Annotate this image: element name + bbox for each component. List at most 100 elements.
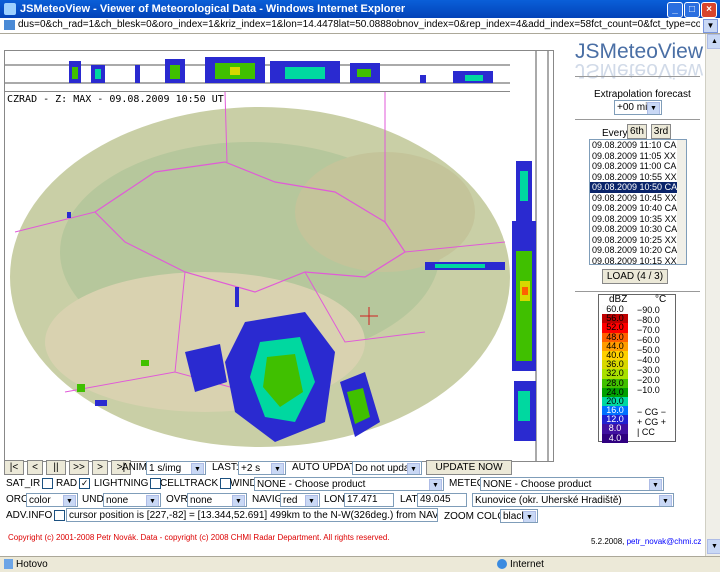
list-scrollbar[interactable] bbox=[677, 140, 686, 264]
zoom-color-select[interactable]: black ▼ bbox=[500, 509, 538, 523]
update-now-button[interactable]: UPDATE NOW bbox=[426, 460, 512, 475]
lat-input[interactable] bbox=[417, 493, 467, 507]
last-select[interactable]: +2 s ▼ bbox=[238, 461, 286, 475]
timestamp-item[interactable]: 09.08.2009 11:05 XX bbox=[590, 151, 686, 162]
info-controls: ADV.INFO cursor position is [227,-82] = … bbox=[0, 508, 705, 524]
minimize-button[interactable]: _ bbox=[667, 2, 683, 18]
und-value: none bbox=[106, 495, 129, 506]
chevron-down-icon: ▼ bbox=[305, 495, 318, 506]
divider bbox=[575, 76, 700, 77]
app-icon bbox=[4, 3, 16, 15]
sat-ir-checkbox[interactable] bbox=[42, 477, 54, 489]
every-3rd-button[interactable]: 3rd bbox=[651, 124, 671, 139]
dbz-scale: 60.0 56.0 52.0 48.0 44.0 40.0 36.0 32.0 28.0 24.0… bbox=[602, 304, 628, 443]
degc-level: −40.0 bbox=[637, 355, 660, 365]
meteo-select[interactable]: NONE - Choose product ▼ bbox=[480, 477, 664, 491]
anim-speed-select[interactable]: 1 s/img ▼ bbox=[146, 461, 206, 475]
timestamp-item[interactable]: 09.08.2009 10:20 CA bbox=[590, 245, 686, 256]
timestamp-item[interactable]: 09.08.2009 10:55 XX bbox=[590, 172, 686, 183]
status-bar: Hotovo Internet bbox=[0, 556, 720, 572]
adv-info-checkbox[interactable] bbox=[54, 509, 66, 521]
dbz-level: 4.0 bbox=[602, 433, 628, 443]
chevron-down-icon: ▼ bbox=[407, 463, 420, 474]
divider bbox=[575, 119, 700, 120]
scroll-up-icon[interactable]: ▲ bbox=[707, 34, 720, 49]
every-6th-button[interactable]: 6th bbox=[627, 124, 647, 139]
timestamp-item[interactable]: 09.08.2009 10:50 CA bbox=[590, 182, 686, 193]
chevron-down-icon: ▼ bbox=[429, 479, 442, 490]
lon-input[interactable] bbox=[344, 493, 394, 507]
play-button[interactable]: >> bbox=[69, 460, 89, 475]
address-bar[interactable]: dus=0&ch_rad=1&ch_blesk=0&oro_index=1&kr… bbox=[0, 18, 720, 34]
wind-select[interactable]: NONE - Choose product ▼ bbox=[254, 477, 444, 491]
copyright-text: Copyright (c) 2001-2008 Petr Novák. Data… bbox=[8, 533, 390, 542]
degc-level: −20.0 bbox=[637, 375, 660, 385]
rad-toggle[interactable]: RAD ✓ bbox=[56, 477, 91, 491]
degc-level: −70.0 bbox=[637, 325, 660, 335]
pause-button[interactable]: || bbox=[46, 460, 66, 475]
chevron-down-icon: ▼ bbox=[647, 102, 660, 114]
chevron-down-icon: ▼ bbox=[191, 463, 204, 474]
timestamp-list[interactable]: 09.08.2009 11:10 CA 09.08.2009 11:05 XX 09… bbox=[589, 139, 687, 265]
page-scrollbar[interactable]: ▲ ▼ bbox=[705, 34, 720, 556]
address-dropdown-icon[interactable]: ▼ bbox=[703, 19, 718, 33]
extrapolation-label: Extrapolation forecast bbox=[594, 89, 691, 100]
scroll-down-icon[interactable]: ▼ bbox=[707, 539, 720, 554]
navig-value: red bbox=[283, 495, 298, 506]
oro-select[interactable]: color ▼ bbox=[26, 493, 78, 507]
cc-label: | CC bbox=[637, 427, 655, 437]
timestamp-item[interactable]: 09.08.2009 10:45 XX bbox=[590, 193, 686, 204]
radar-view[interactable]: CZRAD - Z: MAX - 09.08.2009 10:50 UT bbox=[4, 50, 512, 462]
first-frame-button[interactable]: |< bbox=[4, 460, 24, 475]
chevron-down-icon: ▼ bbox=[649, 479, 662, 490]
address-url[interactable]: dus=0&ch_rad=1&ch_blesk=0&oro_index=1&kr… bbox=[18, 19, 700, 30]
every-label: Every bbox=[602, 128, 628, 139]
timestamp-item[interactable]: 09.08.2009 10:15 XX bbox=[590, 256, 686, 265]
auto-update-select[interactable]: Do not update ▼ bbox=[352, 461, 422, 475]
timestamp-item[interactable]: 09.08.2009 10:40 CA bbox=[590, 203, 686, 214]
cg-minus-label: − CG − bbox=[637, 407, 667, 417]
ovr-label: OVR bbox=[166, 494, 188, 505]
lightning-toggle[interactable]: LIGHTNING bbox=[94, 477, 162, 491]
timestamp-item[interactable]: 09.08.2009 11:00 CA bbox=[590, 161, 686, 172]
next-frame-button[interactable]: > bbox=[92, 460, 108, 475]
close-button[interactable]: × bbox=[701, 2, 717, 18]
navig-label: NAVIG bbox=[252, 494, 283, 505]
degc-level: −10.0 bbox=[637, 385, 660, 395]
maximize-button[interactable]: □ bbox=[684, 2, 700, 18]
adv-info-label: ADV.INFO bbox=[6, 510, 53, 521]
timestamp-item[interactable]: 09.08.2009 10:25 XX bbox=[590, 235, 686, 246]
extrapolation-select[interactable]: +00 min ▼ bbox=[614, 100, 662, 115]
location-select[interactable]: Kunovice (okr. Uherské Hradiště) ▼ bbox=[472, 493, 674, 507]
wind-value: NONE - Choose product bbox=[257, 479, 366, 490]
chevron-down-icon: ▼ bbox=[146, 495, 159, 506]
layer-controls: SAT_IR RAD ✓ LIGHTNING CELLTRACK WIND NON… bbox=[0, 476, 705, 492]
anim-speed-value: 1 s/img bbox=[149, 463, 182, 474]
email-link[interactable]: petr_novak@chmi.cz bbox=[627, 537, 702, 546]
degc-level: −50.0 bbox=[637, 345, 660, 355]
sat-ir-toggle[interactable]: SAT_IR bbox=[6, 477, 54, 491]
color-legend: dBZ °C 60.0 56.0 52.0 48.0 44.0 40.0 36.0 32.0 2… bbox=[598, 294, 676, 443]
window-title: JSMeteoView - Viewer of Meteorological D… bbox=[20, 3, 406, 15]
ovr-select[interactable]: none ▼ bbox=[187, 493, 247, 507]
celltrack-toggle[interactable]: CELLTRACK bbox=[160, 477, 232, 491]
location-value: Kunovice (okr. Uherské Hradiště) bbox=[475, 495, 622, 506]
navig-select[interactable]: red ▼ bbox=[280, 493, 320, 507]
degc-title: °C bbox=[655, 294, 667, 305]
status-text: Hotovo bbox=[16, 559, 48, 570]
prev-frame-button[interactable]: < bbox=[27, 460, 43, 475]
timestamp-item[interactable]: 09.08.2009 10:35 XX bbox=[590, 214, 686, 225]
timestamp-item[interactable]: 09.08.2009 11:10 CA bbox=[590, 140, 686, 151]
last-label: LAST: bbox=[212, 462, 239, 473]
chevron-down-icon: ▼ bbox=[271, 463, 284, 474]
timestamp-item[interactable]: 09.08.2009 10:30 CA bbox=[590, 224, 686, 235]
divider bbox=[575, 291, 700, 292]
radar-map bbox=[5, 91, 511, 461]
rad-checkbox[interactable]: ✓ bbox=[79, 477, 91, 489]
und-select[interactable]: none ▼ bbox=[103, 493, 161, 507]
degc-level: −60.0 bbox=[637, 335, 660, 345]
cg-plus-label: + CG + bbox=[637, 417, 667, 427]
load-button[interactable]: LOAD (4 / 3) bbox=[602, 269, 668, 284]
ovr-value: none bbox=[190, 495, 213, 506]
adv-info-toggle[interactable]: ADV.INFO bbox=[6, 509, 66, 523]
